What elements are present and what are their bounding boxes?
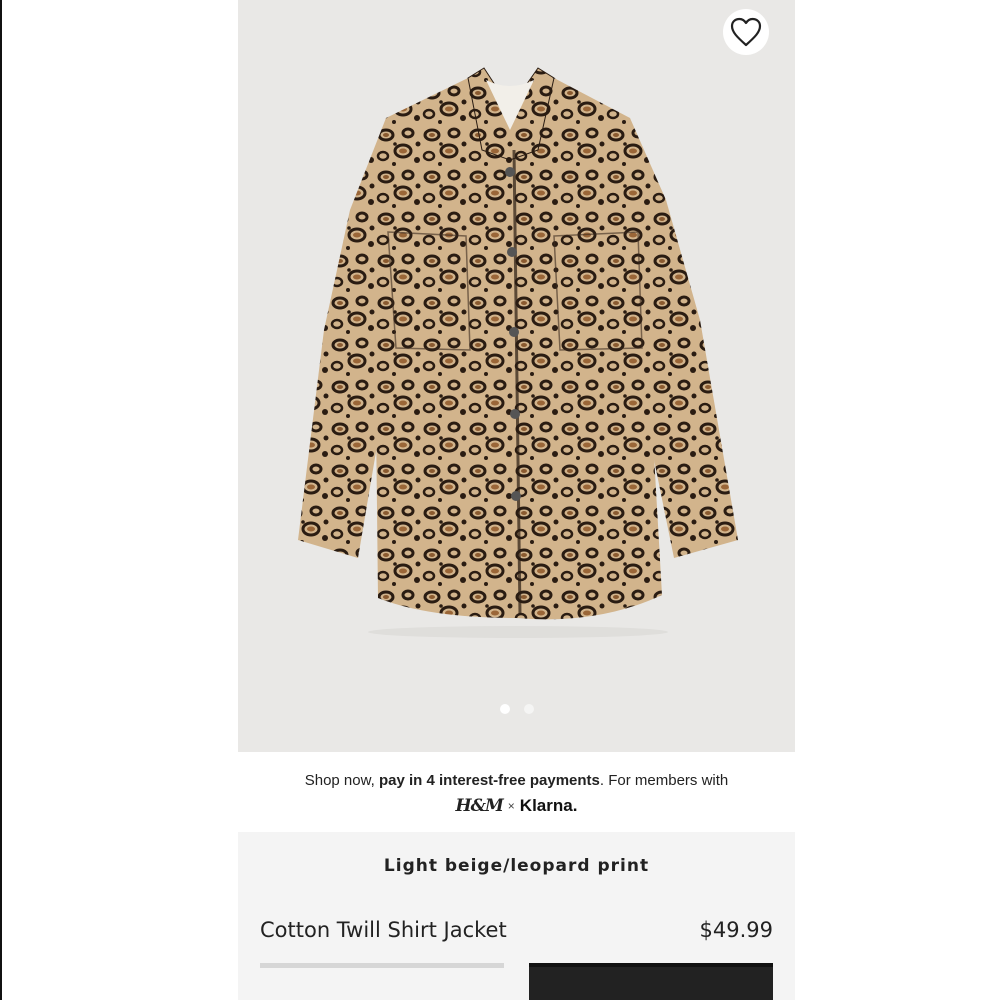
banner-text-bold: pay in 4 interest-free payments <box>378 772 600 789</box>
add-to-bag-button[interactable] <box>529 963 773 1000</box>
carousel-dot-2[interactable] <box>523 704 534 714</box>
select-size-button[interactable] <box>260 963 504 1000</box>
product-price: $49.99 <box>699 918 773 942</box>
product-info-panel: Light beige/leopard print Cotton Twill S… <box>238 832 795 1000</box>
favorite-button[interactable] <box>723 9 769 55</box>
product-image-carousel[interactable] <box>238 0 795 752</box>
hm-logo: H&M <box>455 796 504 816</box>
product-page: Shop now, pay in 4 interest-free payment… <box>238 0 795 1000</box>
payment-banner[interactable]: Shop now, pay in 4 interest-free payment… <box>238 770 795 817</box>
carousel-indicators <box>238 704 795 714</box>
carousel-dot-1[interactable] <box>499 704 510 714</box>
klarna-logo: Klarna. <box>519 796 578 815</box>
banner-text-suffix: . For members with <box>599 772 729 789</box>
partner-logos: H&M × Klarna. <box>238 795 795 817</box>
times-separator: × <box>507 799 515 813</box>
heart-outline-icon <box>730 17 762 47</box>
banner-text-prefix: Shop now, <box>304 772 379 789</box>
payment-banner-text: Shop now, pay in 4 interest-free payment… <box>238 770 795 792</box>
product-photo <box>298 67 738 638</box>
left-edge-border <box>0 0 2 1000</box>
product-title: Cotton Twill Shirt Jacket <box>260 918 507 942</box>
product-color: Light beige/leopard print <box>383 856 650 876</box>
